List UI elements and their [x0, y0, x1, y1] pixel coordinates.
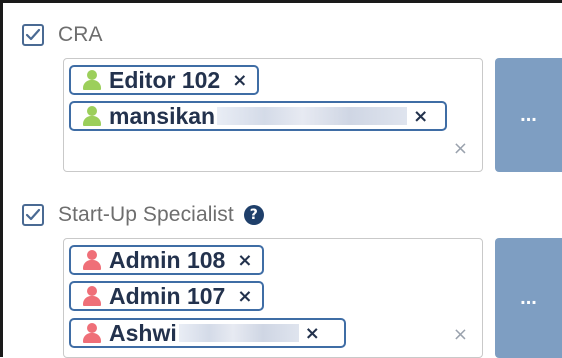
user-tag-name: Admin 107 [109, 282, 226, 309]
role-section-cra: CRA Editor 102 × mansikan × × ... [0, 0, 562, 180]
user-tag: mansikan × [69, 101, 447, 131]
check-icon [25, 208, 41, 221]
user-icon [83, 250, 101, 270]
role-section-start-up-specialist: Start-Up Specialist ? Admin 108 × Admin … [0, 180, 562, 358]
user-icon [83, 286, 101, 306]
clear-all-button[interactable]: × [453, 324, 468, 345]
user-tag: Editor 102 × [69, 65, 260, 95]
remove-user-button[interactable]: × [232, 70, 247, 91]
user-tag-name: Admin 108 [109, 246, 226, 273]
check-icon [25, 28, 41, 41]
more-options-button[interactable]: ... [495, 58, 562, 172]
user-tag: Admin 107 × [69, 281, 265, 311]
user-select-field[interactable]: Admin 108 × Admin 107 × Ashwi × × [63, 238, 483, 358]
user-tag: Ashwi × [69, 318, 346, 348]
remove-user-button[interactable]: × [305, 323, 320, 344]
user-icon [83, 106, 101, 126]
redacted-text [217, 107, 408, 125]
role-header: Start-Up Specialist ? [22, 202, 264, 228]
user-icon [83, 70, 101, 90]
remove-user-button[interactable]: × [413, 106, 428, 127]
user-tag-name: Editor 102 [109, 66, 221, 93]
user-select-field[interactable]: Editor 102 × mansikan × × [63, 58, 483, 172]
user-tag-name: mansikan [109, 102, 216, 129]
user-tag-name: Ashwi [109, 319, 177, 346]
clear-all-button[interactable]: × [453, 138, 468, 159]
more-options-button[interactable]: ... [495, 238, 562, 358]
role-title: CRA [58, 23, 103, 46]
role-checkbox[interactable] [22, 24, 44, 46]
remove-user-button[interactable]: × [237, 250, 252, 271]
role-header: CRA [22, 22, 103, 48]
role-checkbox[interactable] [22, 204, 44, 226]
role-title: Start-Up Specialist [58, 203, 234, 226]
redacted-text [178, 324, 299, 342]
remove-user-button[interactable]: × [237, 286, 252, 307]
user-icon [83, 323, 101, 343]
help-icon[interactable]: ? [243, 205, 264, 225]
user-tag: Admin 108 × [69, 245, 265, 275]
